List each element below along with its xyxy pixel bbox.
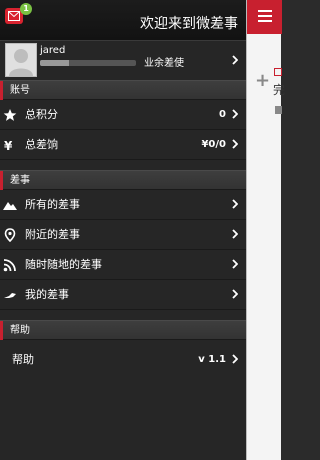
item-value: ¥0/0 — [201, 139, 226, 150]
red-square-icon — [274, 68, 282, 76]
item-label: 我的差事 — [25, 288, 69, 301]
partial-label: 完 — [273, 83, 286, 97]
briefcase-icon — [275, 106, 282, 114]
section-header-account: 账号 — [0, 80, 246, 100]
item-label: 总积分 — [25, 108, 58, 121]
plus-icon[interactable]: + — [255, 72, 270, 90]
main-content-peek[interactable]: + 完 — [246, 0, 285, 460]
chevron-right-icon — [232, 289, 238, 299]
chevron-right-icon — [232, 139, 238, 149]
item-label: 总差饷 — [25, 138, 58, 151]
section-title: 账号 — [10, 85, 30, 96]
chevron-right-icon — [232, 259, 238, 269]
svg-text:¥: ¥ — [4, 139, 13, 152]
runner-icon — [4, 293, 16, 298]
list-item-all-tasks[interactable]: 所有的差事 — [0, 190, 246, 220]
progress-bar — [40, 60, 136, 66]
nav-drawer: 1 欢迎来到微差事 jared 业余差使 账号 总积分 0 ¥ 总差饷 ¥0/0… — [0, 0, 246, 460]
section-header-help: 帮助 — [0, 320, 246, 340]
mountain-icon — [3, 202, 17, 210]
user-profile-row[interactable]: jared 业余差使 — [0, 40, 246, 81]
item-label: 随时随地的差事 — [25, 258, 102, 271]
list-item-total-pay[interactable]: ¥ 总差饷 ¥0/0 — [0, 130, 246, 160]
hamburger-menu-icon[interactable] — [258, 10, 272, 24]
user-rank: 业余差使 — [144, 58, 184, 69]
item-value: 0 — [219, 109, 226, 120]
welcome-title: 欢迎来到微差事 — [140, 16, 238, 32]
chevron-right-icon — [232, 229, 238, 239]
section-title: 差事 — [10, 175, 30, 186]
list-item-total-points[interactable]: 总积分 0 — [0, 100, 246, 130]
list-item-anytime-tasks[interactable]: 随时随地的差事 — [0, 250, 246, 280]
chevron-right-icon — [232, 354, 238, 364]
location-pin-icon — [4, 228, 16, 242]
chevron-right-icon — [232, 55, 238, 65]
avatar — [5, 43, 37, 77]
signal-icon — [3, 259, 16, 272]
list-item-my-tasks[interactable]: 我的差事 — [0, 280, 246, 310]
notification-badge: 1 — [20, 3, 32, 15]
item-label: 所有的差事 — [25, 198, 80, 211]
list-item-nearby-tasks[interactable]: 附近的差事 — [0, 220, 246, 250]
chevron-right-icon — [232, 109, 238, 119]
section-title: 帮助 — [10, 325, 30, 336]
item-label: 附近的差事 — [25, 228, 80, 241]
main-top-bar — [247, 0, 282, 34]
section-header-tasks: 差事 — [0, 170, 246, 190]
username: jared — [40, 45, 66, 56]
star-icon — [3, 109, 17, 121]
list-item-help[interactable]: 帮助 v 1.1 — [0, 345, 246, 375]
item-label: 帮助 — [12, 353, 34, 366]
yen-icon: ¥ — [4, 139, 13, 152]
drawer-header: 1 欢迎来到微差事 — [0, 0, 246, 40]
chevron-right-icon — [232, 199, 238, 209]
version-label: v 1.1 — [198, 354, 226, 365]
